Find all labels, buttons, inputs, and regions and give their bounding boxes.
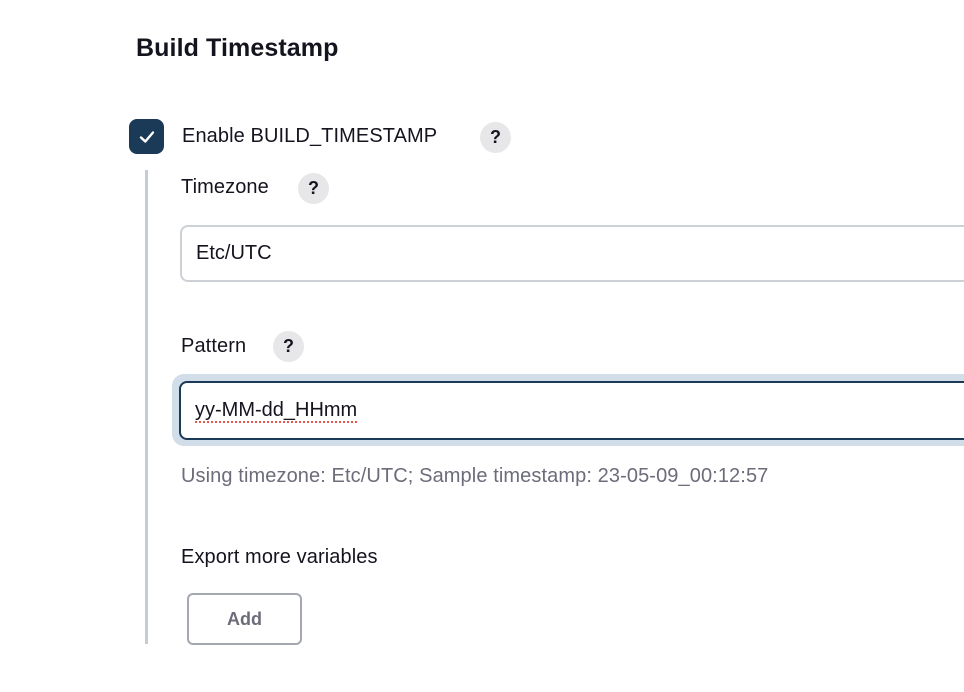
pattern-label: Pattern [181, 335, 247, 357]
nested-section-bar [145, 170, 148, 644]
export-variables-label: Export more variables [181, 546, 378, 568]
pattern-help-icon[interactable]: ? [273, 331, 304, 362]
enable-help-icon[interactable]: ? [480, 122, 511, 153]
pattern-input-value: yy-MM-dd_HHmm [195, 399, 358, 421]
timezone-input-value: Etc/UTC [196, 242, 272, 264]
timezone-label: Timezone [181, 176, 269, 198]
pattern-hint: Using timezone: Etc/UTC; Sample timestam… [181, 465, 769, 487]
enable-build-timestamp-label[interactable]: Enable BUILD_TIMESTAMP [182, 125, 437, 148]
timezone-input[interactable]: Etc/UTC [180, 225, 964, 282]
check-icon [139, 130, 154, 143]
section-title: Build Timestamp [136, 34, 339, 62]
timezone-help-icon[interactable]: ? [298, 173, 329, 204]
pattern-input[interactable]: yy-MM-dd_HHmm [179, 381, 964, 440]
enable-build-timestamp-checkbox[interactable] [129, 119, 164, 154]
add-button[interactable]: Add [187, 593, 302, 645]
